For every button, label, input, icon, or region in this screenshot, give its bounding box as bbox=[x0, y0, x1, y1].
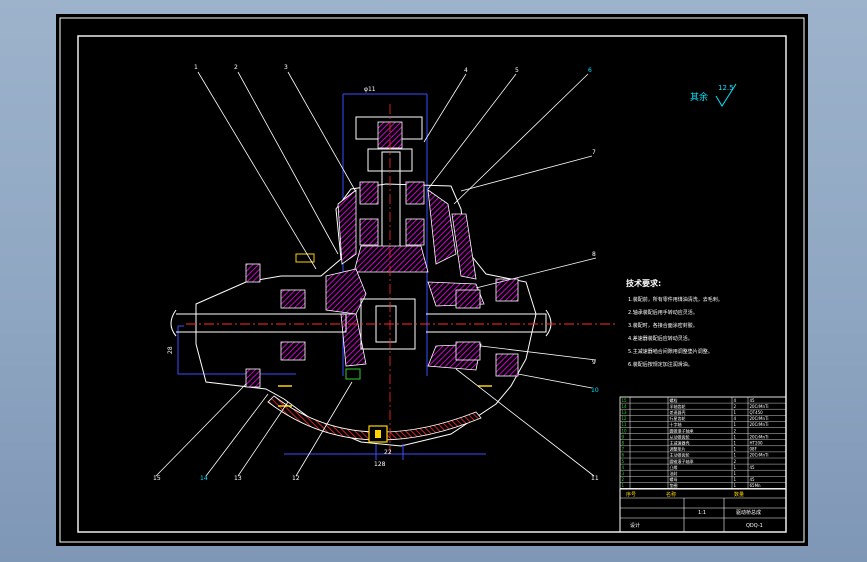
bom-cell: 十字轴 bbox=[670, 421, 682, 427]
bom-cell: 螺母 bbox=[670, 476, 678, 482]
bom-cell: 1 bbox=[734, 422, 737, 427]
dim-center: 22 bbox=[384, 449, 392, 456]
bom-cell: 20CrMnTi bbox=[750, 434, 769, 439]
bom-cell: 4 bbox=[622, 465, 625, 470]
bom-cell: 14 bbox=[622, 404, 628, 409]
bom-cell: 4 bbox=[734, 398, 737, 403]
bom-cell: 油封 bbox=[670, 470, 678, 476]
assembly-drawing: 1 2 3 4 5 6 7 8 9 10 11 12 13 14 15 φ11 … bbox=[59, 17, 805, 543]
callout-8: 8 bbox=[592, 251, 596, 258]
bom-cell: 10 bbox=[622, 428, 628, 433]
bom-cell: 15 bbox=[622, 398, 628, 403]
callout-14: 14 bbox=[200, 475, 208, 482]
bom-cell: 4 bbox=[734, 416, 737, 421]
tech-line-4: 4.差速器装配后应转动灵活。 bbox=[628, 335, 693, 342]
designer: 设计 bbox=[630, 522, 640, 529]
bom-cell: 1 bbox=[734, 441, 737, 446]
bom-cell: 半轴齿轮 bbox=[670, 403, 686, 409]
callout-11: 11 bbox=[591, 475, 599, 482]
bom-cell: 7 bbox=[622, 447, 625, 452]
bom-cell: 主动锥齿轮 bbox=[670, 452, 690, 458]
tech-line-2: 2.轴承装配后用手转动应灵活。 bbox=[628, 309, 698, 316]
bom-cell: 1 bbox=[734, 410, 737, 415]
bom-cell: 45 bbox=[750, 465, 756, 470]
drawing-sheet: 1 2 3 4 5 6 7 8 9 10 11 12 13 14 15 φ11 … bbox=[56, 14, 808, 546]
bom-cell: 1 bbox=[734, 465, 737, 470]
callout-12: 12 bbox=[292, 475, 300, 482]
bom-cell: 9 bbox=[622, 434, 625, 439]
callout-9: 9 bbox=[592, 359, 596, 366]
bom-cell: 1 bbox=[622, 483, 625, 488]
bom-cell: 11 bbox=[622, 422, 628, 427]
bom-cell: 1 bbox=[734, 477, 737, 482]
bom-cell: 3 bbox=[622, 471, 625, 476]
bom-cell: 13 bbox=[622, 410, 628, 415]
drawing-no: QDQ-1 bbox=[746, 523, 763, 529]
callout-4: 4 bbox=[464, 67, 468, 74]
dim-top: φ11 bbox=[364, 86, 376, 93]
title-block: 序号 名称 数量 1:1 驱动桥总成 QDQ-1 设计 bbox=[619, 488, 787, 533]
bom-cell: 1 bbox=[734, 471, 737, 476]
bom-cell: 20CrMnTi bbox=[750, 422, 769, 427]
bom-cell: 65Mn bbox=[750, 483, 762, 488]
bom-cell: 圆锥滚子轴承 bbox=[670, 427, 694, 433]
bom-cell: HT200 bbox=[750, 441, 764, 446]
tech-line-5: 5.主减速器啮合间隙用调整垫片调整。 bbox=[628, 348, 713, 355]
callout-13: 13 bbox=[234, 475, 242, 482]
bom-cell: 08F bbox=[750, 447, 758, 452]
callout-1: 1 bbox=[194, 64, 198, 71]
bom-cell: 凸缘 bbox=[670, 464, 678, 470]
bom-cell: 12 bbox=[622, 416, 628, 421]
roughness-text: 其余 bbox=[690, 91, 708, 103]
header-qty: 数量 bbox=[734, 491, 744, 498]
bom-table: 15 螺栓 4 4514 半轴齿轮 2 20CrMnTi13 差速器壳 1 QT45012 行星齿轮… bbox=[619, 396, 787, 489]
tech-title: 技术要求: bbox=[626, 278, 661, 288]
bom-cell: 1 bbox=[734, 483, 737, 488]
callout-3: 3 bbox=[284, 64, 288, 71]
dim-bottom: 128 bbox=[374, 461, 386, 468]
bom-cell: 调整垫片 bbox=[670, 446, 686, 452]
roughness-symbol: 其余 12.5 bbox=[690, 83, 737, 107]
header-no: 序号 bbox=[626, 491, 636, 498]
callout-5: 5 bbox=[515, 67, 519, 74]
bom-cell: 2 bbox=[734, 404, 737, 409]
bom-cell: 8 bbox=[622, 441, 625, 446]
bom-cell: 45 bbox=[750, 398, 756, 403]
bom-cell: 差速器壳 bbox=[670, 409, 686, 415]
tech-line-6: 6.装配后按规定加注润滑油。 bbox=[628, 361, 693, 368]
bom-cell: 2 bbox=[622, 477, 625, 482]
bom-cell: 6 bbox=[622, 453, 625, 458]
drawing-title: 驱动桥总成 bbox=[736, 509, 761, 516]
callout-6: 6 bbox=[588, 67, 592, 74]
bom-cell: 从动锥齿轮 bbox=[670, 433, 690, 439]
callout-2: 2 bbox=[234, 64, 238, 71]
bom-cell: 螺栓 bbox=[670, 397, 678, 403]
bom-cell: 5 bbox=[622, 459, 625, 464]
callout-15: 15 bbox=[153, 475, 161, 482]
tech-line-1: 1.装配前，所有零件用煤油清洗，去毛刺。 bbox=[628, 296, 723, 303]
bom-cell: 1 bbox=[734, 434, 737, 439]
tech-line-3: 3.装配时，各接合面涂密封胶。 bbox=[628, 322, 698, 329]
tech-requirements: 技术要求: 1.装配前，所有零件用煤油清洗，去毛刺。 2.轴承装配后用手转动应灵… bbox=[626, 278, 723, 368]
bom-cell: 20CrMnTi bbox=[750, 404, 769, 409]
bom-cell: 20CrMnTi bbox=[750, 416, 769, 421]
bom-cell: 2 bbox=[734, 459, 737, 464]
callout-7: 7 bbox=[592, 149, 596, 156]
dim-left: 28 bbox=[167, 346, 174, 354]
bom-cell: 45 bbox=[750, 477, 756, 482]
bom-cell: 1 bbox=[734, 453, 737, 458]
bom-cell: 圆锥滚子轴承 bbox=[670, 458, 694, 464]
bom-cell: 垫圈 bbox=[670, 482, 678, 488]
bom-cell: 1 bbox=[734, 447, 737, 452]
bom-cell: 2 bbox=[734, 428, 737, 433]
bom-cell: QT450 bbox=[750, 410, 764, 415]
scale: 1:1 bbox=[698, 510, 706, 516]
callout-10: 10 bbox=[591, 387, 599, 394]
header-name: 名称 bbox=[666, 491, 676, 498]
bom-cell: 行星齿轮 bbox=[670, 415, 686, 421]
bom-cell: 主减速器壳 bbox=[670, 440, 690, 446]
bom-cell: 20CrMnTi bbox=[750, 453, 769, 458]
differential-section bbox=[170, 93, 616, 460]
